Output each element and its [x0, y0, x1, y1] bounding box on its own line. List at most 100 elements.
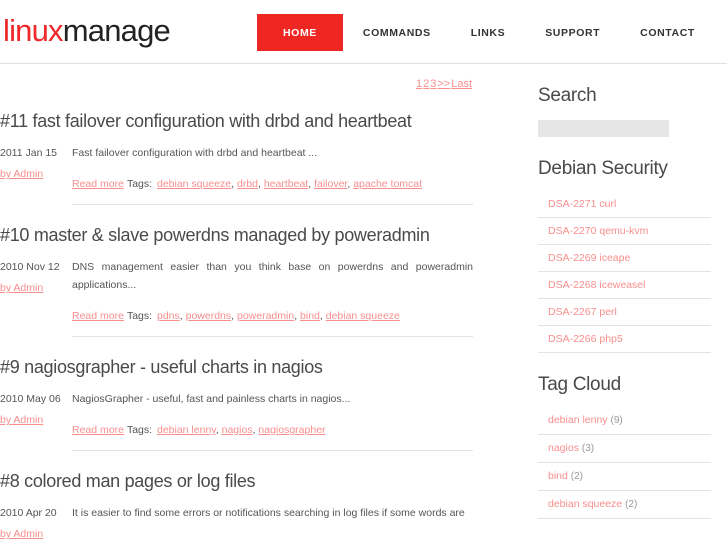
- post-author-link[interactable]: by Admin: [0, 165, 70, 183]
- post-item: #9 nagiosgrapher - useful charts in nagi…: [0, 337, 500, 451]
- post-main: It is easier to find some errors or noti…: [72, 504, 500, 522]
- post-title[interactable]: #9 nagiosgrapher - useful charts in nagi…: [0, 342, 500, 379]
- post-item: #8 colored man pages or log files 2010 Ap…: [0, 451, 500, 544]
- post-body: 2010 May 06 by Admin NagiosGrapher - usefu…: [0, 390, 500, 438]
- tag-cloud-link[interactable]: bind: [548, 470, 568, 482]
- post-author-link[interactable]: by Admin: [0, 279, 70, 297]
- post-tag-link[interactable]: debian squeeze: [157, 178, 231, 190]
- nav-item-contact[interactable]: CONTACT: [620, 14, 715, 51]
- nav-item-commands[interactable]: COMMANDS: [343, 14, 451, 51]
- post-meta: 2010 May 06 by Admin: [0, 390, 70, 429]
- post-body: 2010 Nov 12 by Admin DNS management easier…: [0, 258, 500, 324]
- post-tag-link[interactable]: debian squeeze: [326, 310, 400, 322]
- pagination-link[interactable]: 1: [416, 78, 422, 90]
- list-item: DSA-2268 iceweasel: [538, 272, 711, 299]
- search-input[interactable]: [538, 120, 669, 137]
- nav-item-support[interactable]: SUPPORT: [525, 14, 620, 51]
- tag-count: (9): [610, 415, 623, 426]
- post-title[interactable]: #8 colored man pages or log files: [0, 456, 500, 493]
- read-more-link[interactable]: Read more: [72, 178, 124, 190]
- widget-debian-security: Debian Security DSA-2271 curl DSA-2270 qe…: [521, 137, 727, 353]
- post-tag-link[interactable]: pdns: [157, 310, 180, 322]
- post-main: Fast failover configuration with drbd an…: [72, 144, 500, 192]
- main-navigation: HOME COMMANDS LINKS SUPPORT CONTACT: [257, 14, 715, 51]
- post-tag-link[interactable]: failover: [314, 178, 347, 190]
- post-excerpt: Fast failover configuration with drbd an…: [72, 147, 318, 159]
- sidebar: Search Debian Security DSA-2271 curl DSA-…: [521, 64, 727, 545]
- post-tag-link[interactable]: drbd: [237, 178, 258, 190]
- pagination-link[interactable]: >>: [437, 78, 450, 90]
- post-excerpt: It is easier to find some errors or noti…: [72, 507, 465, 519]
- tags-label: Tags:: [126, 178, 153, 190]
- tags-label: Tags:: [126, 424, 153, 436]
- tag-cloud-list: debian lenny (9) nagios (3) bind (2) debian…: [538, 407, 711, 519]
- tag-count: (2): [625, 499, 638, 510]
- post-footer: Read more Tags: pdns, powerdns, poweradmi…: [72, 310, 400, 322]
- page-body: 123>>Last #11 fast failover configuratio…: [0, 64, 727, 545]
- site-logo[interactable]: linuxmanage: [3, 13, 171, 49]
- list-item: debian squeeze (2): [538, 491, 711, 519]
- post-author-link[interactable]: by Admin: [0, 525, 70, 543]
- post-date: 2010 Apr 20: [0, 507, 57, 519]
- post-tag-link[interactable]: nagiosgrapher: [258, 424, 325, 436]
- list-item: bind (2): [538, 463, 711, 491]
- tag-cloud-link[interactable]: debian lenny: [548, 414, 608, 426]
- post-item: #10 master & slave powerdns managed by p…: [0, 205, 500, 337]
- pagination-link[interactable]: 3: [430, 78, 436, 90]
- tags-label: Tags:: [126, 310, 153, 322]
- post-tag-link[interactable]: poweradmin: [237, 310, 294, 322]
- list-item: nagios (3): [538, 435, 711, 463]
- post-date: 2010 May 06: [0, 393, 61, 405]
- pagination: 123>>Last: [0, 64, 500, 91]
- post-tag-link[interactable]: debian lenny: [157, 424, 216, 436]
- debian-security-link[interactable]: DSA-2271 curl: [548, 198, 616, 210]
- post-meta: 2010 Apr 20 by Admin: [0, 504, 70, 543]
- list-item: DSA-2266 php5: [538, 326, 711, 353]
- debian-security-link[interactable]: DSA-2266 php5: [548, 333, 623, 345]
- site-header: linuxmanage HOME COMMANDS LINKS SUPPORT CONT…: [0, 0, 727, 64]
- post-item: #11 fast failover configuration with drb…: [0, 91, 500, 205]
- widget-title-tag-cloud: Tag Cloud: [538, 374, 621, 395]
- post-author-link[interactable]: by Admin: [0, 411, 70, 429]
- post-main: DNS management easier than you think bas…: [72, 258, 500, 324]
- post-date: 2010 Nov 12: [0, 261, 60, 273]
- list-item: DSA-2270 qemu-kvm: [538, 218, 711, 245]
- post-body: 2010 Apr 20 by Admin It is easier to find …: [0, 504, 500, 544]
- list-item: debian lenny (9): [538, 407, 711, 435]
- list-item: DSA-2269 iceape: [538, 245, 711, 272]
- post-tag-link[interactable]: nagios: [222, 424, 253, 436]
- post-date: 2011 Jan 15: [0, 147, 58, 159]
- tag-cloud-link[interactable]: debian squeeze: [548, 498, 622, 510]
- debian-security-link[interactable]: DSA-2268 iceweasel: [548, 279, 645, 291]
- debian-security-link[interactable]: DSA-2270 qemu-kvm: [548, 225, 648, 237]
- post-title[interactable]: #10 master & slave powerdns managed by p…: [0, 210, 500, 247]
- nav-item-home[interactable]: HOME: [257, 14, 343, 51]
- post-body: 2011 Jan 15 by Admin Fast failover configu…: [0, 144, 500, 192]
- debian-security-link[interactable]: DSA-2269 iceape: [548, 252, 630, 264]
- nav-item-links[interactable]: LINKS: [451, 14, 526, 51]
- widget-search: Search: [521, 64, 727, 137]
- pagination-link[interactable]: Last: [451, 78, 472, 90]
- post-excerpt: DNS management easier than you think bas…: [72, 261, 473, 291]
- post-title[interactable]: #11 fast failover configuration with drb…: [0, 96, 500, 133]
- list-item: DSA-2271 curl: [538, 191, 711, 218]
- read-more-link[interactable]: Read more: [72, 310, 124, 322]
- post-tag-link[interactable]: bind: [300, 310, 320, 322]
- post-main: NagiosGrapher - useful, fast and painles…: [72, 390, 500, 438]
- post-footer: Read more Tags: debian squeeze, drbd, hea…: [72, 178, 423, 190]
- post-tag-link[interactable]: powerdns: [186, 310, 232, 322]
- post-tag-link[interactable]: heartbeat: [264, 178, 308, 190]
- post-tag-link[interactable]: apache tomcat: [353, 178, 422, 190]
- logo-text-linux: linux: [3, 13, 64, 48]
- post-meta: 2010 Nov 12 by Admin: [0, 258, 70, 297]
- post-excerpt: NagiosGrapher - useful, fast and painles…: [72, 393, 351, 405]
- tag-cloud-link[interactable]: nagios: [548, 442, 579, 454]
- debian-security-link[interactable]: DSA-2267 perl: [548, 306, 617, 318]
- tag-count: (3): [581, 443, 595, 454]
- widget-tag-cloud: Tag Cloud debian lenny (9) nagios (3) bind…: [521, 353, 727, 519]
- logo-text-manage: manage: [62, 13, 171, 48]
- pagination-link[interactable]: 2: [423, 78, 429, 90]
- read-more-link[interactable]: Read more: [72, 424, 124, 436]
- tag-count: (2): [570, 471, 584, 482]
- main-content: 123>>Last #11 fast failover configuratio…: [0, 64, 500, 545]
